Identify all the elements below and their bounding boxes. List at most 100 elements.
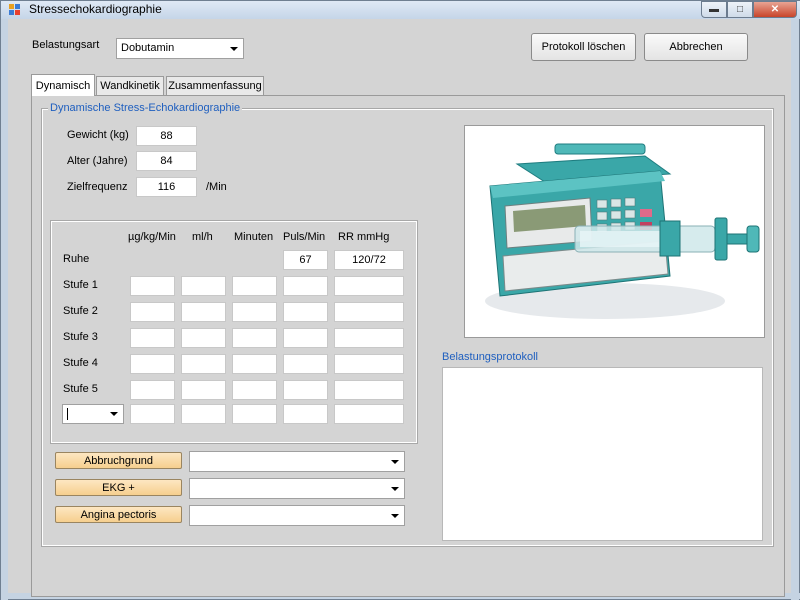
- ruhe-rr-value: 120/72: [352, 254, 386, 266]
- tab-zusammenfassung[interactable]: Zusammenfassung: [166, 76, 264, 95]
- stufe-4-minuten-input[interactable]: [232, 354, 277, 374]
- minimize-icon: ▬: [709, 4, 719, 15]
- stufe-4-rr-input[interactable]: [334, 354, 404, 374]
- ruhe-rr-input[interactable]: 120/72: [334, 250, 404, 270]
- stufe-5-mlh-input[interactable]: [181, 380, 226, 400]
- stufe-5-rr-input[interactable]: [334, 380, 404, 400]
- row-label-stufe-2: Stufe 2: [63, 305, 98, 317]
- close-icon: ✕: [770, 4, 780, 15]
- zielfrequenz-label: Zielfrequenz: [67, 181, 128, 193]
- angina-label: Angina pectoris: [80, 508, 157, 521]
- abbruchgrund-label: Abbruchgrund: [83, 454, 154, 467]
- stufe-1-mlh-input[interactable]: [181, 276, 226, 296]
- extra-stage-select[interactable]: [62, 404, 124, 424]
- gewicht-label: Gewicht (kg): [67, 129, 129, 141]
- ekg-select[interactable]: [189, 478, 405, 499]
- protokoll-loeschen-button[interactable]: Protokoll löschen: [531, 33, 636, 61]
- stufe-2-minuten-input[interactable]: [232, 302, 277, 322]
- extra-rr-input[interactable]: [334, 404, 404, 424]
- stufe-3-minuten-input[interactable]: [232, 328, 277, 348]
- tab-label: Dynamisch: [35, 79, 91, 92]
- ruhe-puls-input[interactable]: 67: [283, 250, 328, 270]
- text-cursor: [67, 408, 68, 420]
- abbrechen-button[interactable]: Abbrechen: [644, 33, 748, 61]
- window-border-left: [1, 19, 8, 600]
- app-icon: [9, 4, 21, 16]
- angina-select[interactable]: [189, 505, 405, 526]
- alter-label: Alter (Jahre): [67, 155, 128, 167]
- stufe-1-rr-input[interactable]: [334, 276, 404, 296]
- stufe-3-dosis-input[interactable]: [130, 328, 175, 348]
- ruhe-puls-value: 67: [299, 254, 312, 266]
- stufe-4-mlh-input[interactable]: [181, 354, 226, 374]
- minimize-button[interactable]: ▬: [701, 1, 727, 18]
- stufe-3-puls-input[interactable]: [283, 328, 328, 348]
- stufe-4-dosis-input[interactable]: [130, 354, 175, 374]
- row-label-ruhe: Ruhe: [63, 253, 90, 265]
- tab-dynamisch[interactable]: Dynamisch: [31, 74, 95, 96]
- belastungsart-select[interactable]: Dobutamin: [116, 38, 244, 59]
- stufe-5-dosis-input[interactable]: [130, 380, 175, 400]
- abbrechen-label: Abbrechen: [669, 41, 723, 53]
- chevron-down-icon: [110, 412, 118, 416]
- alter-value: 84: [160, 155, 173, 167]
- stufe-5-minuten-input[interactable]: [232, 380, 277, 400]
- chevron-down-icon: [391, 459, 399, 464]
- extra-mlh-input[interactable]: [181, 404, 226, 424]
- window-border-right: [791, 19, 799, 600]
- stufe-1-minuten-input[interactable]: [232, 276, 277, 296]
- maximize-icon: □: [736, 4, 744, 15]
- row-label-stufe-5: Stufe 5: [63, 383, 98, 395]
- row-label-stufe-3: Stufe 3: [63, 331, 98, 343]
- abbruchgrund-select[interactable]: [189, 451, 405, 472]
- stufe-2-rr-input[interactable]: [334, 302, 404, 322]
- abbruchgrund-button[interactable]: Abbruchgrund: [55, 452, 182, 469]
- zielfrequenz-value: 116: [157, 181, 176, 193]
- tab-label: Wandkinetik: [100, 80, 160, 92]
- close-button[interactable]: ✕: [753, 1, 797, 18]
- extra-puls-input[interactable]: [283, 404, 328, 424]
- group-title: Dynamische Stress-Echokardiographie: [48, 102, 243, 114]
- stufe-3-mlh-input[interactable]: [181, 328, 226, 348]
- belastungsprotokoll-textarea[interactable]: [442, 367, 763, 541]
- zielfrequenz-unit: /Min: [206, 181, 227, 193]
- gewicht-value: 88: [160, 130, 173, 142]
- extra-minuten-input[interactable]: [232, 404, 277, 424]
- belastungsart-value: Dobutamin: [121, 42, 175, 54]
- stufe-5-puls-input[interactable]: [283, 380, 328, 400]
- alter-input[interactable]: 84: [136, 151, 197, 171]
- angina-button[interactable]: Angina pectoris: [55, 506, 182, 523]
- maximize-button[interactable]: □: [727, 1, 753, 18]
- window-title: Stressechokardiographie: [29, 2, 162, 16]
- row-label-stufe-1: Stufe 1: [63, 279, 98, 291]
- infusion-pump-image: [464, 125, 765, 338]
- col-header-rr: RR mmHg: [338, 231, 390, 243]
- belastungsprotokoll-label: Belastungsprotokoll: [442, 351, 539, 363]
- title-bar[interactable]: Stressechokardiographie ▬ □ ✕: [1, 1, 800, 19]
- stufe-2-puls-input[interactable]: [283, 302, 328, 322]
- chevron-down-icon: [391, 513, 399, 518]
- stufe-1-puls-input[interactable]: [283, 276, 328, 296]
- ekg-label: EKG +: [102, 481, 135, 494]
- extra-dosis-input[interactable]: [130, 404, 175, 424]
- col-header-puls: Puls/Min: [283, 231, 326, 243]
- zielfrequenz-input[interactable]: 116: [136, 177, 197, 197]
- stufe-2-mlh-input[interactable]: [181, 302, 226, 322]
- belastungsart-label: Belastungsart: [32, 39, 100, 51]
- ekg-button[interactable]: EKG +: [55, 479, 182, 496]
- col-header-dosis: µg/kg/Min: [128, 231, 176, 243]
- chevron-down-icon: [391, 486, 399, 491]
- tab-wandkinetik[interactable]: Wandkinetik: [96, 76, 164, 95]
- stufe-2-dosis-input[interactable]: [130, 302, 175, 322]
- tab-label: Zusammenfassung: [168, 80, 262, 92]
- chevron-down-icon: [230, 46, 238, 51]
- col-header-mlh: ml/h: [192, 231, 213, 243]
- infusion-pump-icon: [485, 143, 760, 319]
- gewicht-input[interactable]: 88: [136, 126, 197, 146]
- stufe-1-dosis-input[interactable]: [130, 276, 175, 296]
- stufe-3-rr-input[interactable]: [334, 328, 404, 348]
- protokoll-loeschen-label: Protokoll löschen: [541, 41, 626, 53]
- stufe-4-puls-input[interactable]: [283, 354, 328, 374]
- row-label-stufe-4: Stufe 4: [63, 357, 98, 369]
- col-header-minuten: Minuten: [234, 231, 274, 243]
